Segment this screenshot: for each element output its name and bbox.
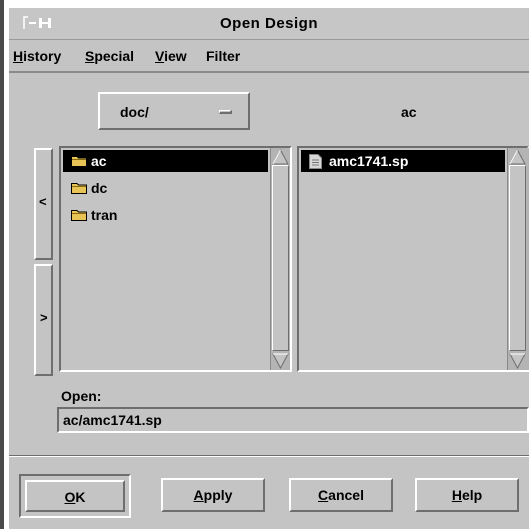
- left-item-label: ac: [91, 153, 107, 169]
- document-icon: [309, 154, 322, 174]
- ok-mnemonic: O: [64, 489, 76, 505]
- open-field[interactable]: ac/amc1741.sp: [57, 407, 529, 433]
- menu-view[interactable]: View: [155, 48, 187, 64]
- apply-button-label: Apply: [163, 487, 263, 503]
- cancel-button[interactable]: Cancel: [289, 478, 393, 512]
- option-menu-indicator-icon: [219, 110, 232, 114]
- window-title: Open Design: [219, 15, 318, 32]
- scroll-up-arrow-icon[interactable]: [509, 149, 526, 165]
- forward-button-label: >: [40, 310, 48, 325]
- scroll-thumb[interactable]: [509, 165, 526, 351]
- left-item-ac[interactable]: ac: [63, 150, 268, 172]
- menu-view-rest: iew: [164, 48, 187, 64]
- open-label: Open:: [61, 388, 102, 404]
- menu-history-mnemonic: H: [13, 48, 24, 64]
- menu-history-rest: istory: [23, 48, 62, 64]
- separator: [9, 455, 529, 457]
- menu-view-mnemonic: V: [155, 48, 165, 64]
- file-list-scrollbar[interactable]: [507, 148, 529, 370]
- menu-special[interactable]: Special: [85, 48, 134, 64]
- left-item-tran[interactable]: tran: [63, 204, 268, 226]
- apply-button[interactable]: Apply: [161, 478, 265, 512]
- left-item-dc[interactable]: dc: [63, 177, 268, 199]
- help-rest: elp: [461, 487, 483, 503]
- cancel-rest: ancel: [328, 487, 364, 503]
- menu-bar: History Special View Filter: [9, 41, 529, 73]
- right-item-label: amc1741.sp: [329, 153, 409, 169]
- cancel-mnemonic: C: [318, 487, 329, 503]
- menu-special-mnemonic: S: [85, 48, 95, 64]
- help-button-label: Help: [417, 487, 517, 503]
- menu-filter[interactable]: Filter: [206, 48, 240, 64]
- ok-button-label: OK: [27, 489, 123, 505]
- forward-button[interactable]: >: [34, 264, 53, 376]
- folder-list-scrollbar[interactable]: [270, 148, 290, 370]
- window-edge: [0, 0, 4, 529]
- left-item-label: tran: [91, 207, 118, 223]
- scroll-down-arrow-icon[interactable]: [509, 353, 526, 369]
- back-button-label: <: [39, 194, 47, 209]
- ok-default-frame: OK: [19, 474, 131, 518]
- apply-mnemonic: A: [193, 487, 204, 503]
- folder-icon: [71, 181, 87, 199]
- left-item-label: dc: [91, 180, 108, 196]
- scroll-up-arrow-icon[interactable]: [272, 149, 289, 165]
- scroll-down-arrow-icon[interactable]: [272, 353, 289, 369]
- folder-icon: [71, 154, 87, 172]
- menu-history[interactable]: History: [13, 48, 61, 64]
- help-button[interactable]: Help: [415, 478, 519, 512]
- folder-list: ac dc tran: [59, 146, 292, 372]
- folder-icon: [71, 208, 87, 226]
- ok-button[interactable]: OK: [25, 480, 125, 512]
- right-item-amc1741-sp[interactable]: amc1741.sp: [301, 150, 505, 172]
- file-list: amc1741.sp: [297, 146, 529, 372]
- menu-filter-label: Filter: [206, 48, 241, 64]
- back-button[interactable]: <: [34, 148, 53, 260]
- open-design-dialog: Open Design History Special View Filter …: [9, 8, 529, 529]
- menu-special-rest: pecial: [94, 48, 135, 64]
- current-folder-label: ac: [401, 104, 417, 120]
- title-bar[interactable]: Open Design: [9, 8, 529, 40]
- open-field-value: ac/amc1741.sp: [63, 412, 162, 428]
- directory-selected: doc/: [120, 104, 149, 120]
- ok-rest: K: [75, 489, 86, 505]
- scroll-thumb[interactable]: [272, 165, 289, 351]
- directory-option-menu[interactable]: doc/: [98, 92, 250, 130]
- cancel-button-label: Cancel: [291, 487, 391, 503]
- help-mnemonic: H: [451, 487, 462, 503]
- apply-rest: pply: [203, 487, 233, 503]
